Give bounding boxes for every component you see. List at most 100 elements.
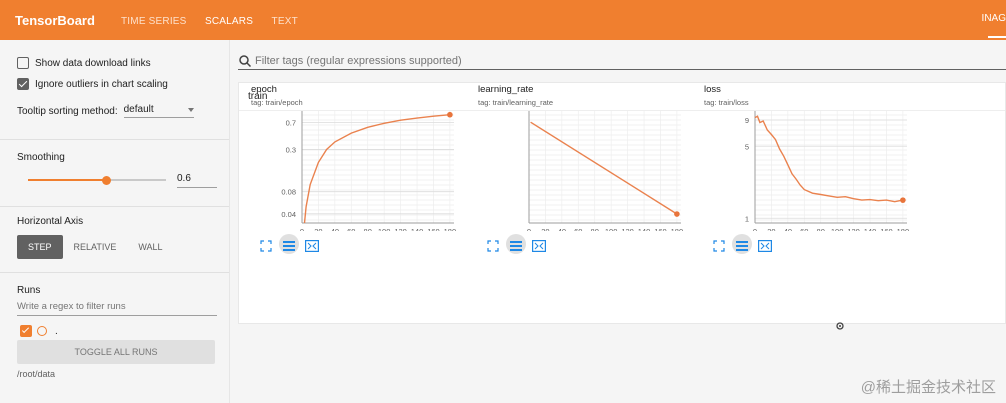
x-tick-label: 180 — [444, 227, 457, 231]
chart-tag: tag: train/epoch — [251, 98, 303, 107]
horizontal-axis-section: Horizontal Axis STEP RELATIVE WALL — [0, 207, 229, 273]
show-download-links-label: Show data download links — [35, 57, 151, 69]
chevron-down-icon — [187, 107, 194, 112]
chart-toolbar — [710, 234, 919, 254]
x-tick-label: 160 — [880, 227, 893, 231]
series-end-point — [900, 197, 906, 203]
y-tick-label: 0.3 — [286, 145, 296, 154]
fullscreen-icon[interactable] — [484, 235, 502, 253]
tooltip-sorting-value: default — [123, 104, 154, 115]
chart-plot-epoch[interactable]: 0 20 40 60 80 100120 140160 180 0.7 0.3 0.08 0.04 — [251, 111, 466, 231]
runs-label: Runs — [17, 285, 41, 296]
chart-title: loss — [704, 84, 721, 95]
chart-plot-learning-rate[interactable]: 0 20 40 60 80 100120 140160 180 — [478, 111, 693, 231]
axis-option-relative[interactable]: RELATIVE — [63, 235, 128, 259]
tag-filter-input[interactable]: Filter tags (regular expressions support… — [238, 52, 1006, 70]
x-tick-label: 100 — [378, 227, 391, 231]
x-tick-label: 160 — [654, 227, 667, 231]
settings-sidebar: Show data download links Ignore outliers… — [0, 40, 230, 403]
tooltip-sorting-label: Tooltip sorting method: — [17, 105, 118, 117]
top-app-bar: TensorBoard TIME SERIES SCALARS TEXT INA… — [0, 0, 1006, 40]
ignore-outliers-label: Ignore outliers in chart scaling — [35, 78, 168, 90]
y-tick-label: 0.08 — [281, 188, 296, 197]
chart-tag: tag: train/loss — [704, 98, 749, 107]
x-tick-label: 120 — [847, 227, 860, 231]
fullscreen-icon[interactable] — [710, 235, 728, 253]
chart-plot-loss[interactable]: 0 20 40 60 80 100120 140160 180 9 5 1 — [704, 111, 919, 231]
nav-right-underline — [988, 36, 1006, 38]
x-tick-label: 60 — [347, 227, 355, 231]
chart-tag: tag: train/learning_rate — [478, 98, 554, 107]
show-download-links-checkbox[interactable] — [17, 57, 29, 69]
nav-right-tab[interactable]: INAG — [982, 13, 1006, 24]
x-tick-label: 40 — [331, 227, 339, 231]
log-scale-icon[interactable] — [279, 234, 299, 254]
x-tick-label: 80 — [817, 227, 825, 231]
fit-domain-icon[interactable] — [303, 235, 321, 253]
series-line — [303, 114, 450, 224]
log-scale-icon[interactable] — [732, 234, 752, 254]
run-row[interactable]: . — [20, 325, 58, 337]
fit-domain-icon[interactable] — [530, 235, 548, 253]
fullscreen-icon[interactable] — [257, 235, 275, 253]
horizontal-axis-toggle: STEP RELATIVE WALL — [17, 235, 174, 259]
runs-filter-input[interactable]: Write a regex to filter runs — [17, 301, 217, 316]
log-scale-icon[interactable] — [506, 234, 526, 254]
run-checkbox[interactable] — [20, 325, 32, 337]
x-tick-label: 180 — [671, 227, 684, 231]
y-tick-label: 5 — [745, 142, 749, 151]
x-tick-label: 40 — [784, 227, 792, 231]
run-name: . — [55, 325, 58, 337]
series-end-point — [674, 211, 680, 217]
chart-toolbar — [257, 234, 466, 254]
x-tick-label: 20 — [541, 227, 549, 231]
fit-domain-icon[interactable] — [756, 235, 774, 253]
smoothing-value-input[interactable]: 0.6 — [177, 173, 217, 188]
ignore-outliers-row[interactable]: Ignore outliers in chart scaling — [17, 78, 212, 90]
x-tick-label: 80 — [364, 227, 372, 231]
x-tick-label: 140 — [864, 227, 877, 231]
x-tick-label: 40 — [558, 227, 566, 231]
smoothing-label: Smoothing — [17, 152, 65, 163]
general-settings: Show data download links Ignore outliers… — [0, 40, 229, 140]
runs-section: Runs Write a regex to filter runs . TOGG… — [0, 273, 229, 403]
axis-option-step[interactable]: STEP — [17, 235, 63, 259]
nav-time-series[interactable]: TIME SERIES — [121, 16, 187, 27]
y-tick-label: 9 — [745, 116, 749, 125]
x-tick-label: 0 — [300, 227, 304, 231]
x-tick-label: 140 — [638, 227, 651, 231]
run-color-icon[interactable] — [37, 326, 47, 336]
x-tick-label: 120 — [394, 227, 407, 231]
show-download-links-row[interactable]: Show data download links — [17, 57, 212, 69]
chart-title: epoch — [251, 84, 277, 95]
nav-scalars[interactable]: SCALARS — [205, 16, 253, 27]
chart-card-loss: loss tag: train/loss 0204060801001201401… — [704, 84, 919, 254]
series-line — [754, 115, 904, 203]
axis-option-wall[interactable]: WALL — [127, 235, 173, 259]
x-tick-label: 20 — [314, 227, 322, 231]
x-tick-label: 20 — [767, 227, 775, 231]
watermark: @稀土掘金技术社区 — [860, 379, 996, 396]
search-icon — [239, 54, 252, 67]
smoothing-slider-thumb[interactable] — [102, 175, 112, 185]
settings-gear-icon[interactable] — [834, 320, 846, 332]
x-tick-label: 100 — [831, 227, 844, 231]
chart-title: learning_rate — [478, 84, 534, 95]
ignore-outliers-checkbox[interactable] — [17, 78, 29, 90]
x-tick-label: 140 — [411, 227, 424, 231]
y-tick-label: 0.04 — [281, 210, 296, 219]
tooltip-sorting-select[interactable]: default — [123, 104, 194, 118]
app-brand[interactable]: TensorBoard — [15, 13, 121, 28]
nav-text[interactable]: TEXT — [272, 16, 298, 27]
smoothing-slider-fill — [28, 179, 107, 181]
tooltip-sorting-row: Tooltip sorting method: default — [17, 104, 212, 118]
main-panel: Filter tags (regular expressions support… — [238, 40, 1006, 403]
x-tick-label: 60 — [800, 227, 808, 231]
x-tick-label: 180 — [897, 227, 910, 231]
y-tick-label: 0.7 — [286, 118, 296, 127]
x-tick-label: 80 — [591, 227, 599, 231]
x-tick-label: 160 — [427, 227, 440, 231]
logdir-path: /root/data — [17, 369, 56, 379]
toggle-all-runs-button[interactable]: TOGGLE ALL RUNS — [17, 340, 215, 364]
x-tick-label: 0 — [753, 227, 757, 231]
